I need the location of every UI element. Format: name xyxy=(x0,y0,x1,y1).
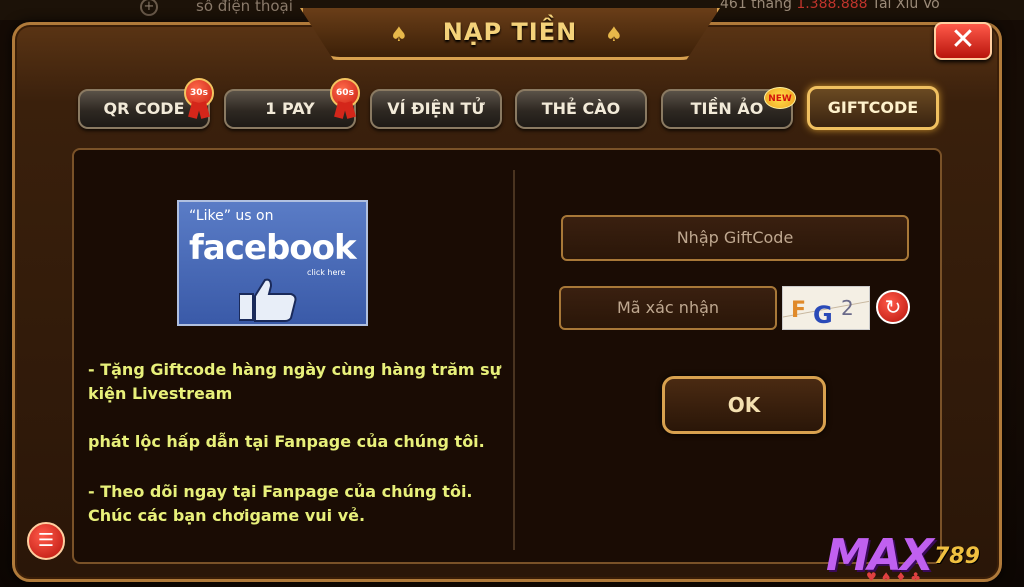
facebook-logo: facebook xyxy=(189,228,357,268)
tab-label: THẺ CÀO xyxy=(541,99,621,118)
captcha-image: F G 2 xyxy=(782,286,870,330)
facebook-like-banner[interactable]: “Like” us on facebook click here xyxy=(177,200,368,326)
timer-badge-icon: 30s xyxy=(184,78,214,119)
svg-text:G: G xyxy=(813,301,833,329)
tab-e-wallet[interactable]: VÍ ĐIỆN TỬ xyxy=(370,89,502,129)
new-badge-icon: NEW xyxy=(764,87,796,109)
timer-badge-icon: 60s xyxy=(330,78,360,119)
tab-label: QR CODE xyxy=(103,99,185,118)
dialog-title: NẠP TIỀN xyxy=(442,18,578,46)
background-stats: 461 thắng 1.388.888 Tài Xỉu Vô xyxy=(720,0,1010,12)
document-icon: ☰ xyxy=(37,530,55,551)
desc-line: - Tặng Giftcode hàng ngày cùng hàng trăm… xyxy=(88,360,502,379)
svg-text:F: F xyxy=(791,298,806,323)
tab-card[interactable]: THẺ CÀO xyxy=(515,89,647,129)
tab-label: 1 PAY xyxy=(265,99,315,118)
tab-label: VÍ ĐIỆN TỬ xyxy=(387,99,485,118)
desc-line: - Theo dõi ngay tại Fanpage của chúng tô… xyxy=(88,482,473,501)
tab-label: GIFTCODE xyxy=(827,98,919,117)
stats-text: 461 thắng xyxy=(720,0,792,12)
logo-number: 789 xyxy=(934,544,980,569)
captcha-input[interactable]: Mã xác nhận xyxy=(559,286,777,330)
tab-giftcode[interactable]: GIFTCODE xyxy=(807,86,939,130)
card-suits-icon: ♥♠♦♣ xyxy=(866,570,926,584)
svg-text:2: 2 xyxy=(841,296,854,320)
stats-amount: 1.388.888 xyxy=(796,0,868,12)
tab-label: TIỀN ẢO xyxy=(690,99,764,118)
refresh-captcha-button[interactable]: ↻ xyxy=(876,290,910,324)
giftcode-input[interactable]: Nhập GiftCode xyxy=(561,215,909,261)
spade-icon: ♠ xyxy=(605,22,623,46)
document-button[interactable]: ☰ xyxy=(27,522,65,560)
refresh-icon: ↻ xyxy=(884,295,902,319)
thumbs-up-icon xyxy=(239,278,297,322)
desc-line: kiện Livestream xyxy=(88,384,233,403)
stats-suffix: Tài Xỉu Vô xyxy=(872,0,940,12)
fb-click-text: click here xyxy=(307,268,346,277)
panel-divider xyxy=(513,170,515,550)
ok-button[interactable]: OK xyxy=(662,376,826,434)
max789-logo: MAX 789 ♥♠♦♣ xyxy=(826,520,1002,584)
close-button[interactable]: ✕ xyxy=(934,22,992,60)
desc-line: Chúc các bạn chơigame vui vẻ. xyxy=(88,506,366,525)
fb-like-text: “Like” us on xyxy=(189,208,274,224)
desc-line: phát lộc hấp dẫn tại Fanpage của chúng t… xyxy=(88,432,485,451)
captcha-graphic: F G 2 xyxy=(783,296,869,329)
